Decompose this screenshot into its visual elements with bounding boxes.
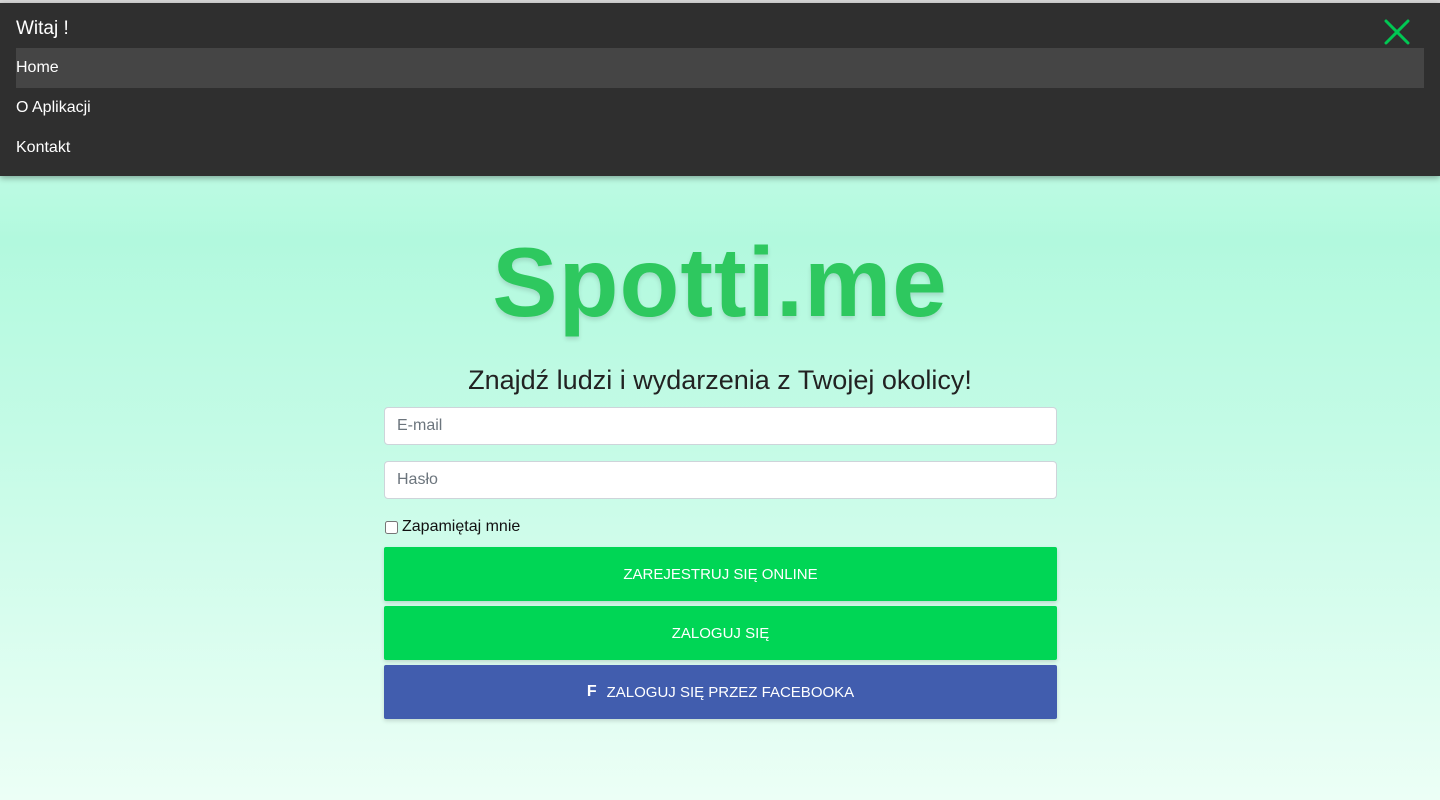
side-menu: Witaj ! Home O Aplikacji Kontakt — [0, 3, 1440, 176]
facebook-button-label: ZALOGUJ SIĘ PRZEZ FACEBOOKA — [606, 683, 855, 701]
register-button-label: ZAREJESTRUJ SIĘ ONLINE — [623, 565, 818, 583]
remember-checkbox[interactable] — [385, 520, 398, 534]
login-button[interactable]: ZALOGUJ SIĘ — [384, 606, 1057, 660]
login-button-label: ZALOGUJ SIĘ — [671, 624, 770, 642]
email-field[interactable] — [384, 407, 1057, 445]
facebook-login-button[interactable]: f ZALOGUJ SIĘ PRZEZ FACEBOOKA — [384, 665, 1057, 719]
menu-item-o-aplikacji[interactable]: O Aplikacji — [16, 88, 1424, 128]
remember-me[interactable]: Zapamiętaj mnie — [384, 517, 520, 537]
password-field[interactable] — [384, 461, 1057, 499]
register-button[interactable]: ZAREJESTRUJ SIĘ ONLINE — [384, 547, 1057, 601]
facebook-icon: f — [586, 683, 597, 700]
tagline: Znajdź ludzi i wydarzenia z Twojej okoli… — [468, 365, 972, 395]
menu-item-label: Home — [16, 59, 59, 76]
menu-title: Witaj ! — [16, 18, 69, 39]
menu-item-label: Kontakt — [16, 139, 71, 156]
menu-item-home[interactable]: Home — [16, 48, 1424, 88]
menu-items: Home O Aplikacji Kontakt — [16, 48, 1424, 168]
app-logo: Spotti.me — [492, 227, 948, 337]
close-icon[interactable] — [1382, 17, 1412, 47]
menu-item-kontakt[interactable]: Kontakt — [16, 128, 1424, 168]
menu-item-label: O Aplikacji — [16, 99, 91, 116]
remember-label: Zapamiętaj mnie — [402, 518, 521, 535]
